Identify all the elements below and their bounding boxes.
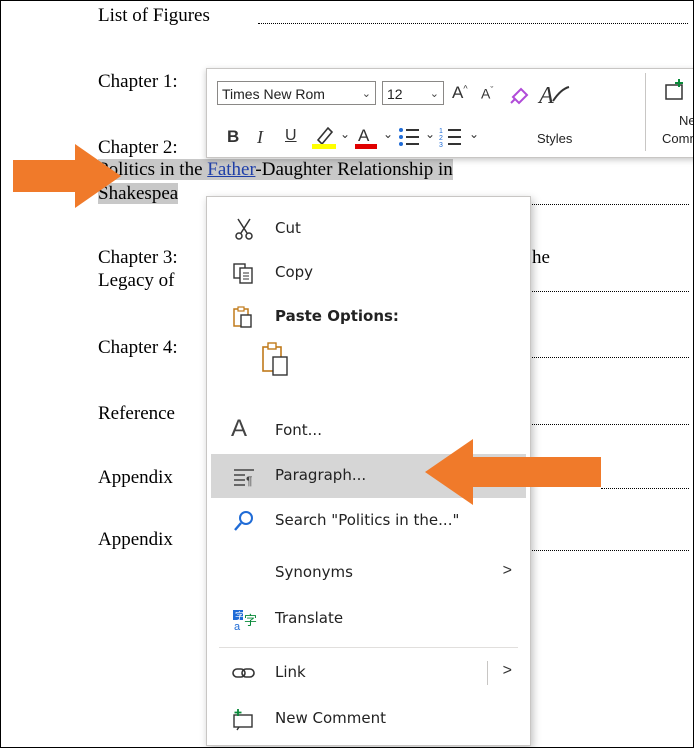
format-painter-icon[interactable] (509, 83, 531, 105)
svg-text:1: 1 (439, 128, 443, 135)
paragraph-icon: ¶ (234, 469, 254, 488)
new-comment-label[interactable]: Ne (679, 113, 693, 128)
menu-item-label: Paste Options: (275, 307, 399, 325)
new-comment-label-2[interactable]: Comm (662, 131, 693, 146)
menu-item-label: Translate (275, 609, 344, 627)
menu-item-label: New Comment (275, 709, 386, 727)
svg-text:3: 3 (439, 142, 443, 148)
menu-item-paste-options: Paste Options: (211, 295, 526, 339)
underline-button[interactable]: U (285, 127, 297, 145)
menu-item-copy[interactable]: Copy (211, 251, 526, 295)
toc-leader (258, 23, 688, 24)
chevron-down-icon[interactable]: ⌄ (383, 127, 393, 141)
menu-item-label: Cut (275, 219, 301, 237)
font-name-box[interactable]: Times New Rom ⌄ (217, 81, 376, 105)
references-entry: Reference (98, 403, 175, 424)
styles-icon[interactable]: A (537, 79, 573, 111)
bullets-icon[interactable] (397, 126, 421, 148)
search-icon (234, 511, 253, 531)
toolbar-divider (645, 73, 646, 151)
menu-item-label: Font... (275, 421, 322, 439)
toc-leader (529, 291, 689, 292)
svg-text:字: 字 (244, 613, 257, 628)
link-icon (232, 668, 255, 678)
menu-item-link[interactable]: Link > (211, 651, 526, 695)
chapter-2-title-line[interactable]: Politics in the Father-Daughter Relation… (98, 159, 453, 181)
new-comment-icon (233, 709, 253, 731)
svg-text:A: A (537, 83, 554, 109)
menu-item-translate[interactable]: 字 a 字 Translate (211, 597, 526, 641)
menu-item-label: Search "Politics in the..." (275, 511, 460, 529)
chapter-3-entry: Chapter 3: (98, 247, 178, 268)
list-of-figures-entry: List of Figures (98, 5, 210, 26)
numbering-icon[interactable]: 1 2 3 (439, 126, 463, 148)
document-page: List of Figures Chapter 1: Chapter 2: Po… (0, 0, 694, 748)
chevron-down-icon[interactable]: ⌄ (340, 127, 350, 141)
svg-text:字: 字 (235, 610, 244, 621)
paste-icon (233, 306, 252, 328)
toc-leader (529, 550, 689, 551)
menu-item-synonyms[interactable]: Synonyms > (211, 551, 526, 595)
bold-button[interactable]: B (227, 127, 239, 147)
svg-text:A: A (358, 126, 370, 145)
menu-separator (219, 647, 518, 648)
mini-toolbar: Times New Rom ⌄ 12 ⌄ A^ Aˇ A Styles Ne Com… (206, 68, 693, 158)
translate-icon: 字 a 字 (233, 610, 257, 631)
highlighter-icon[interactable] (310, 124, 338, 150)
toc-leader (529, 357, 689, 358)
submenu-arrow-icon[interactable]: > (503, 662, 512, 680)
svg-text:2: 2 (439, 135, 443, 142)
toc-leader (529, 204, 689, 205)
chapter-1-entry: Chapter 1: (98, 71, 178, 92)
copy-icon (233, 263, 253, 284)
font-icon: A (231, 415, 248, 442)
left-pointer-arrow (13, 144, 121, 208)
menu-item-new-comment[interactable]: New Comment (211, 697, 526, 741)
menu-item-label: Copy (275, 263, 314, 281)
paragraph-pointer-arrow (425, 439, 601, 505)
menu-item-label: Paragraph... (275, 466, 367, 484)
submenu-arrow-icon: > (502, 562, 512, 579)
scissors-icon (235, 218, 253, 240)
toc-leader (529, 424, 689, 425)
chevron-down-icon[interactable]: ⌄ (425, 127, 435, 141)
font-size-box[interactable]: 12 ⌄ (382, 81, 444, 105)
styles-label[interactable]: Styles (537, 131, 572, 146)
split-divider (487, 661, 488, 685)
menu-item-label: Link (275, 663, 306, 681)
chapter-4-entry: Chapter 4: (98, 337, 178, 358)
chevron-down-icon[interactable]: ⌄ (469, 127, 479, 141)
menu-item-search[interactable]: Search "Politics in the..." (211, 499, 526, 543)
svg-text:¶: ¶ (246, 474, 252, 488)
chapter-3-line-2: Legacy of (98, 270, 175, 291)
chapter-3-tail: he (532, 247, 550, 268)
font-color-icon[interactable]: A (353, 124, 379, 150)
appendix-entry-1: Appendix (98, 467, 173, 488)
appendix-entry-2: Appendix (98, 529, 173, 550)
menu-item-cut[interactable]: Cut (211, 207, 526, 251)
grow-font-icon[interactable]: A^ (452, 83, 468, 103)
svg-text:a: a (234, 621, 241, 631)
menu-item-label: Synonyms (275, 563, 353, 581)
shrink-font-icon[interactable]: Aˇ (481, 85, 493, 102)
paste-keep-text-icon[interactable] (259, 341, 293, 377)
new-comment-icon[interactable] (663, 77, 689, 105)
toc-leader (601, 488, 689, 489)
italic-button[interactable]: I (257, 127, 263, 148)
